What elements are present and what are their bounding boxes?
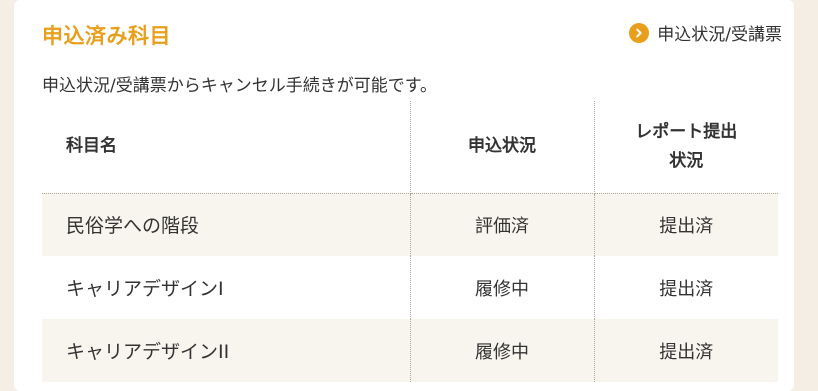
header-report-status: レポート提出 状況 [594, 101, 778, 194]
header-application-status: 申込状況 [410, 101, 595, 194]
application-status-link[interactable]: 申込状況/受講票 [629, 20, 782, 45]
section-title: 申込済み科目 [42, 24, 171, 48]
header-subject: 科目名 [42, 101, 411, 194]
header-report-status-line2: 状況 [669, 150, 704, 171]
applied-subjects-card: 申込済み科目 申込状況/受講票 申込状況/受講票からキャンセル手続きが可能です。… [14, 0, 794, 391]
report-status-cell: 提出済 [659, 278, 714, 300]
application-status-link-label: 申込状況/受講票 [657, 25, 782, 45]
chevron-right-circle-icon [629, 22, 650, 43]
application-status-cell: 評価済 [410, 193, 595, 256]
table-row: 民俗学への階段 評価済 提出済 [42, 193, 778, 256]
subject-cell: キャリアデザインI [42, 256, 411, 319]
report-status-cell: 提出済 [594, 319, 778, 382]
subjects-table: 科目名 申込状況 レポート提出 状況 民俗学への階段 評価済 提出済 キャリアデ… [42, 101, 778, 382]
header-report-status-line1: レポート提出 [635, 121, 738, 142]
table-header-row: 科目名 申込状況 レポート提出 状況 [42, 101, 778, 194]
application-status-cell: 履修中 [410, 256, 595, 319]
table-row: キャリアデザインI 履修中 提出済 [42, 256, 778, 319]
cancellation-note: 申込状況/受講票からキャンセル手続きが可能です。 [42, 76, 438, 96]
report-status-cell: 提出済 [594, 193, 778, 256]
application-status-cell: 履修中 [410, 319, 595, 382]
subject-cell: 民俗学への階段 [42, 193, 411, 256]
subject-cell: キャリアデザインII [42, 319, 411, 382]
table-row: キャリアデザインII 履修中 提出済 [42, 319, 778, 382]
card-header: 申込済み科目 申込状況/受講票 [42, 16, 782, 52]
